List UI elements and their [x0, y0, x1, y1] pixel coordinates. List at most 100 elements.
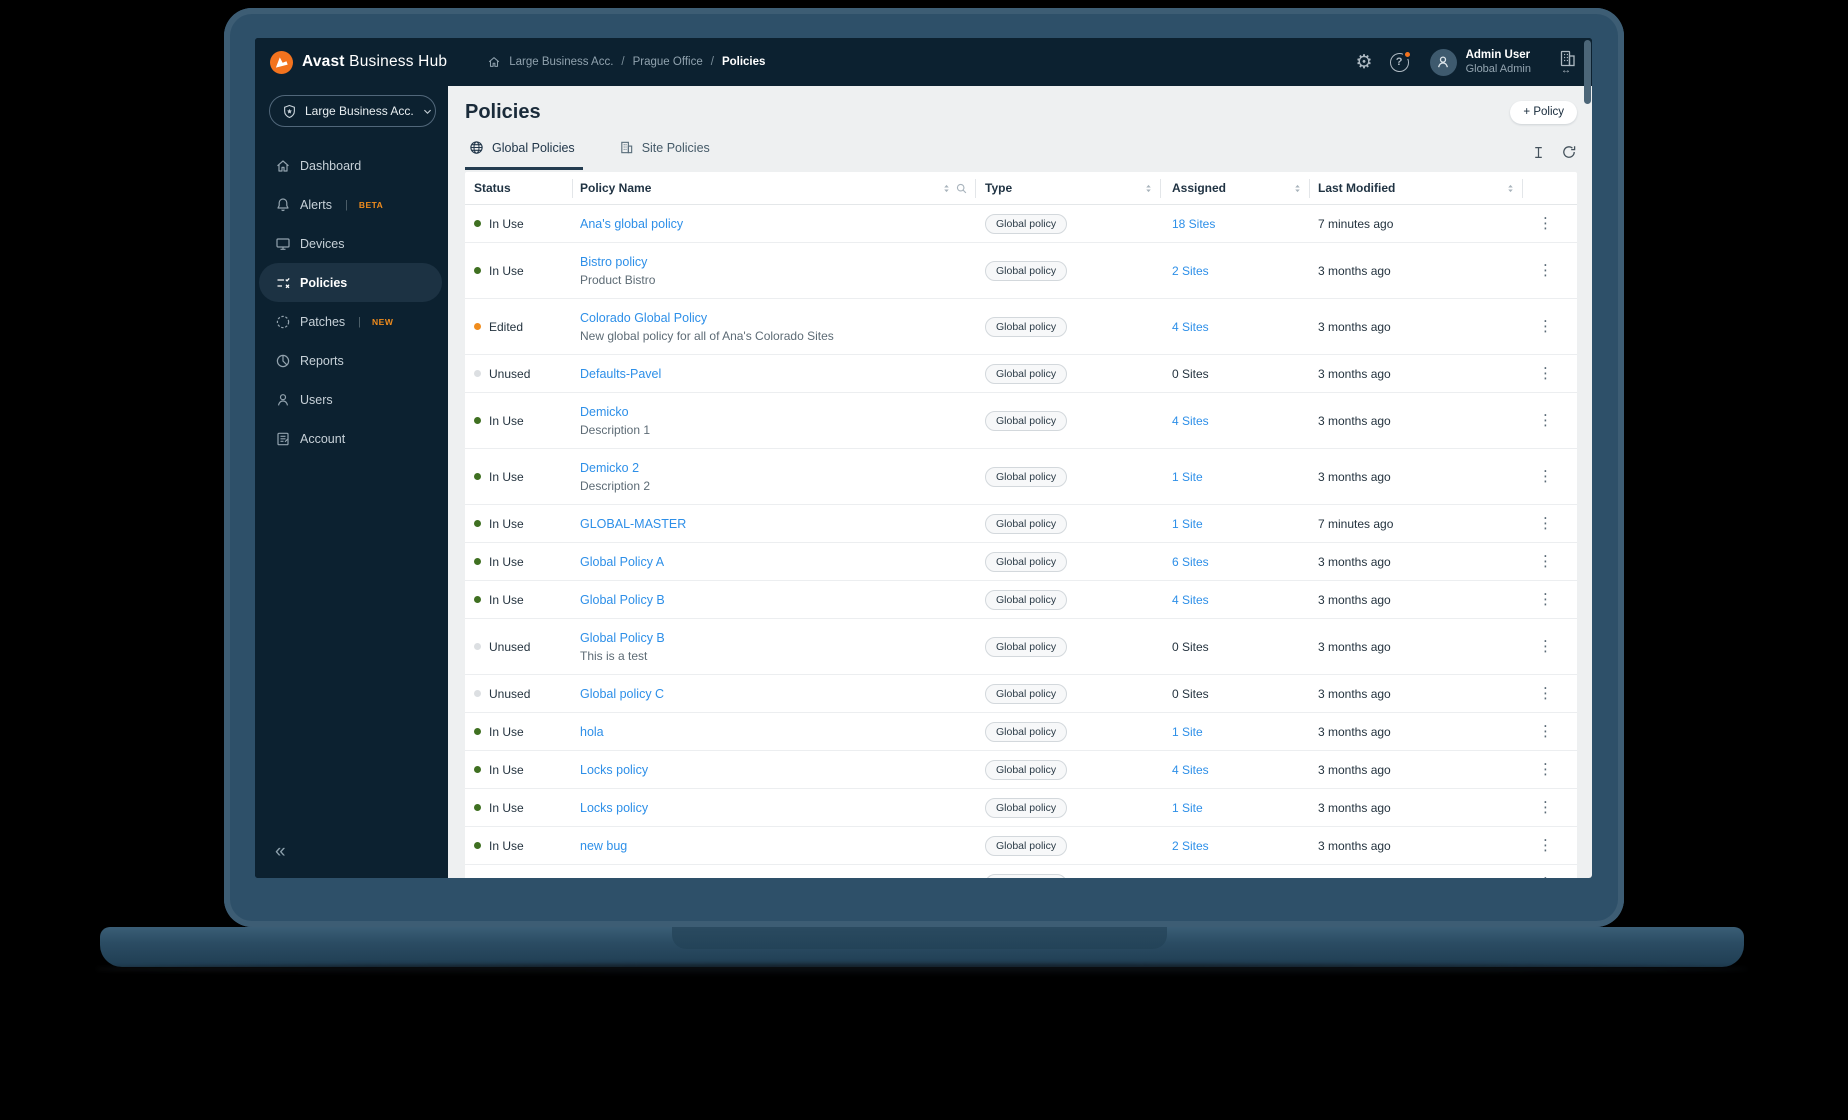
policy-name-link[interactable]: Locks policy — [580, 801, 976, 815]
sidebar-item-users[interactable]: Users — [259, 380, 442, 419]
search-icon[interactable] — [955, 182, 968, 195]
kebab-menu-icon[interactable]: ⋮ — [1538, 263, 1553, 278]
assigned-sites-link[interactable]: 5 Sites — [1172, 877, 1209, 879]
table-row[interactable]: In Use GLOBAL-MASTER Global policy 1 Sit… — [465, 505, 1577, 543]
fit-columns-icon[interactable] — [1531, 145, 1546, 160]
sidebar-item-policies[interactable]: Policies — [259, 263, 442, 302]
assigned-sites-link[interactable]: 1 Site — [1172, 470, 1203, 484]
policy-name-link[interactable]: Ana's global policy — [580, 217, 976, 231]
brand-logo-block[interactable]: Avast Business Hub — [270, 50, 447, 74]
table-row[interactable]: In Use Global Policy B Global policy 4 S… — [465, 581, 1577, 619]
table-row[interactable]: In Use Global Policy A Global policy 6 S… — [465, 543, 1577, 581]
account-selector[interactable]: Large Business Acc. — [269, 95, 436, 127]
policy-name-link[interactable]: Bistro policy — [580, 255, 976, 269]
refresh-icon[interactable] — [1561, 144, 1577, 160]
kebab-menu-icon[interactable]: ⋮ — [1538, 592, 1553, 607]
breadcrumb-item[interactable]: Prague Office — [633, 56, 703, 68]
assigned-sites-link[interactable]: 2 Sites — [1172, 839, 1209, 853]
notification-dot — [1402, 49, 1412, 59]
add-policy-button[interactable]: + Policy — [1510, 100, 1577, 124]
policy-name-link[interactable]: Global Policy B — [580, 631, 976, 645]
kebab-menu-icon[interactable]: ⋮ — [1538, 366, 1553, 381]
policy-name-link[interactable]: Demicko 2 — [580, 461, 976, 475]
table-row[interactable]: In Use hola Global policy 1 Site 3 month… — [465, 713, 1577, 751]
assigned-sites-link[interactable]: 4 Sites — [1172, 593, 1209, 607]
table-row[interactable]: In Use Bistro policy Product Bistro Glob… — [465, 243, 1577, 299]
table-row[interactable]: In Use Demicko 2 Description 2 Global po… — [465, 449, 1577, 505]
policy-name-link[interactable]: New global defaults — [580, 877, 976, 879]
status-dot-icon — [474, 558, 481, 565]
policy-name-link[interactable]: hola — [580, 725, 976, 739]
assigned-sites-link[interactable]: 1 Site — [1172, 725, 1203, 739]
sidebar-item-alerts[interactable]: Alerts | BETA — [259, 185, 442, 224]
assigned-sites-link[interactable]: 4 Sites — [1172, 320, 1209, 334]
policy-name-link[interactable]: new bug — [580, 839, 976, 853]
sidebar-item-devices[interactable]: Devices — [259, 224, 442, 263]
table-row[interactable]: In Use Locks policy Global policy 4 Site… — [465, 751, 1577, 789]
sidebar-item-patches[interactable]: Patches | NEW — [259, 302, 442, 341]
kebab-menu-icon[interactable]: ⋮ — [1538, 724, 1553, 739]
policy-type-chip: Global policy — [985, 513, 1068, 534]
policy-name-link[interactable]: Colorado Global Policy — [580, 311, 976, 325]
assigned-sites-link[interactable]: 4 Sites — [1172, 763, 1209, 777]
settings-gear-icon[interactable]: ⚙ — [1356, 53, 1373, 72]
table-row[interactable]: Edited Colorado Global Policy New global… — [465, 299, 1577, 355]
assigned-sites-link[interactable]: 6 Sites — [1172, 555, 1209, 569]
table-row[interactable]: In Use Ana's global policy Global policy… — [465, 205, 1577, 243]
sidebar-item-dashboard[interactable]: Dashboard — [259, 146, 442, 185]
policy-name-link[interactable]: Defaults-Pavel — [580, 367, 976, 381]
sidebar-item-reports[interactable]: Reports — [259, 341, 442, 380]
kebab-menu-icon[interactable]: ⋮ — [1538, 319, 1553, 334]
kebab-menu-icon[interactable]: ⋮ — [1538, 762, 1553, 777]
help-icon[interactable]: ? — [1389, 49, 1412, 72]
breadcrumb-item[interactable]: Large Business Acc. — [509, 56, 613, 68]
home-icon[interactable] — [487, 55, 501, 69]
table-row[interactable]: Unused Global Policy B This is a test Gl… — [465, 619, 1577, 675]
kebab-menu-icon[interactable]: ⋮ — [1538, 686, 1553, 701]
column-header-policy-name[interactable]: Policy Name — [573, 178, 976, 198]
sort-icon[interactable] — [1144, 182, 1153, 195]
company-switch-icon[interactable]: ↔ — [1556, 50, 1576, 76]
assigned-sites-link[interactable]: 1 Site — [1172, 517, 1203, 531]
policy-name-link[interactable]: Global policy C — [580, 687, 976, 701]
page-scrollbar[interactable] — [1584, 40, 1591, 104]
table-row[interactable]: Unused Defaults-Pavel Global policy 0 Si… — [465, 355, 1577, 393]
policy-name-link[interactable]: Global Policy B — [580, 593, 976, 607]
table-row[interactable]: In Use New global defaults Global policy… — [465, 865, 1577, 878]
user-menu[interactable]: Admin User Global Admin — [1429, 48, 1531, 76]
kebab-menu-icon[interactable]: ⋮ — [1538, 639, 1553, 654]
policy-name-link[interactable]: GLOBAL-MASTER — [580, 517, 976, 531]
kebab-menu-icon[interactable]: ⋮ — [1538, 216, 1553, 231]
assigned-sites-link[interactable]: 2 Sites — [1172, 264, 1209, 278]
assigned-sites-link[interactable]: 1 Site — [1172, 801, 1203, 815]
kebab-menu-icon[interactable]: ⋮ — [1538, 469, 1553, 484]
assigned-sites-link[interactable]: 4 Sites — [1172, 414, 1209, 428]
policy-name-link[interactable]: Locks policy — [580, 763, 976, 777]
column-header-type[interactable]: Type — [976, 178, 1161, 198]
sort-icon[interactable] — [1293, 182, 1302, 195]
kebab-menu-icon[interactable]: ⋮ — [1538, 516, 1553, 531]
kebab-menu-icon[interactable]: ⋮ — [1538, 800, 1553, 815]
table-row[interactable]: In Use Locks policy Global policy 1 Site… — [465, 789, 1577, 827]
table-row[interactable]: Unused Global policy C Global policy 0 S… — [465, 675, 1577, 713]
sort-icon[interactable] — [942, 182, 951, 195]
kebab-menu-icon[interactable]: ⋮ — [1538, 413, 1553, 428]
kebab-menu-icon[interactable]: ⋮ — [1538, 876, 1553, 878]
sidebar-collapse-icon[interactable]: « — [275, 841, 286, 863]
sidebar-item-account[interactable]: Account — [259, 419, 442, 458]
dashboard-home-icon — [275, 158, 291, 174]
column-header-assigned[interactable]: Assigned — [1161, 178, 1310, 198]
tab-site-policies[interactable]: Site Policies — [615, 140, 718, 170]
kebab-menu-icon[interactable]: ⋮ — [1538, 554, 1553, 569]
column-header-status[interactable]: Status — [465, 178, 573, 198]
assigned-sites-link[interactable]: 18 Sites — [1172, 217, 1215, 231]
column-header-last-modified[interactable]: Last Modified — [1310, 178, 1523, 198]
sort-icon[interactable] — [1506, 182, 1515, 195]
tab-global-policies[interactable]: Global Policies — [465, 140, 583, 170]
policy-name-link[interactable]: Demicko — [580, 405, 976, 419]
table-row[interactable]: In Use Demicko Description 1 Global poli… — [465, 393, 1577, 449]
breadcrumb-separator: / — [710, 56, 714, 68]
policy-name-link[interactable]: Global Policy A — [580, 555, 976, 569]
kebab-menu-icon[interactable]: ⋮ — [1538, 838, 1553, 853]
table-row[interactable]: In Use new bug Global policy 2 Sites 3 m… — [465, 827, 1577, 865]
